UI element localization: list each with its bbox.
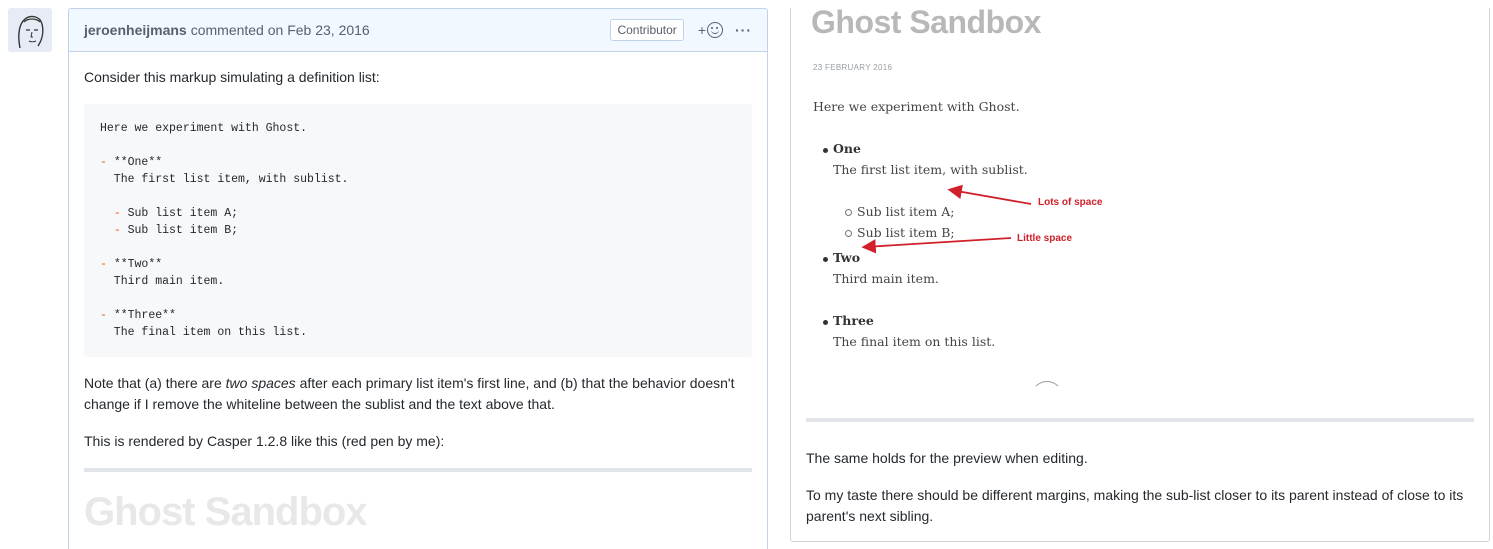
code-line: **Three**	[113, 309, 176, 322]
avatar-sketch-icon	[8, 8, 52, 52]
loading-spinner-icon	[1031, 381, 1063, 413]
note-paragraph: Note that (a) there are two spaces after…	[84, 375, 735, 412]
more-options-icon[interactable]: ···	[735, 22, 752, 38]
item-three-title: Three	[833, 313, 874, 328]
markdown-code-block: Here we experiment with Ghost. - **One**…	[84, 104, 752, 357]
item-two-desc: Third main item.	[833, 271, 939, 286]
comment-author-link[interactable]: jeroenheijmans	[84, 22, 187, 38]
cut-off-screenshot-title: Ghost Sandbox	[84, 490, 368, 534]
add-reaction-button[interactable]: +	[698, 22, 723, 38]
reaction-plus: +	[697, 22, 706, 38]
comment-timestamp[interactable]: commented on Feb 23, 2016	[191, 22, 370, 38]
annotation-little-space: Little space	[1017, 233, 1073, 244]
user-avatar[interactable]	[8, 8, 52, 52]
code-line: **Two**	[113, 258, 163, 271]
image-top-border	[84, 468, 752, 472]
code-line: **One**	[113, 156, 163, 169]
code-line: Sub list item B;	[120, 224, 239, 237]
item-three-desc: The final item on this list.	[833, 334, 996, 349]
margin-opinion-paragraph: To my taste there should be different ma…	[806, 487, 1464, 524]
code-line: Here we experiment with Ghost.	[100, 122, 308, 135]
intro-text: Consider this markup simulating a defini…	[84, 69, 380, 85]
code-line: The final item on this list.	[100, 326, 308, 339]
code-line: The first list item, with sublist.	[100, 173, 349, 186]
bullet-icon	[823, 320, 828, 325]
comment-header: jeroenheijmans commented on Feb 23, 2016…	[69, 9, 767, 52]
rendered-paragraph: This is rendered by Casper 1.2.8 like th…	[84, 433, 445, 449]
rendered-preview-screenshot: Ghost Sandbox 23 FEBRUARY 2016 Here we e…	[790, 8, 1490, 542]
annotation-arrows-icon	[861, 184, 1032, 254]
smiley-icon	[707, 22, 723, 38]
preview-note-paragraph: The same holds for the preview when edit…	[806, 450, 1088, 466]
comment-box: jeroenheijmans commented on Feb 23, 2016…	[68, 8, 768, 549]
annotation-lots-of-space: Lots of space	[1038, 197, 1103, 208]
code-line: Sub list item A;	[120, 207, 239, 220]
image-bottom-border	[806, 418, 1474, 422]
code-line: Third main item.	[100, 275, 225, 288]
comment-body: Consider this markup simulating a defini…	[69, 52, 767, 534]
comment-continued-body: The same holds for the preview when edit…	[806, 448, 1476, 541]
contributor-badge: Contributor	[610, 19, 684, 41]
